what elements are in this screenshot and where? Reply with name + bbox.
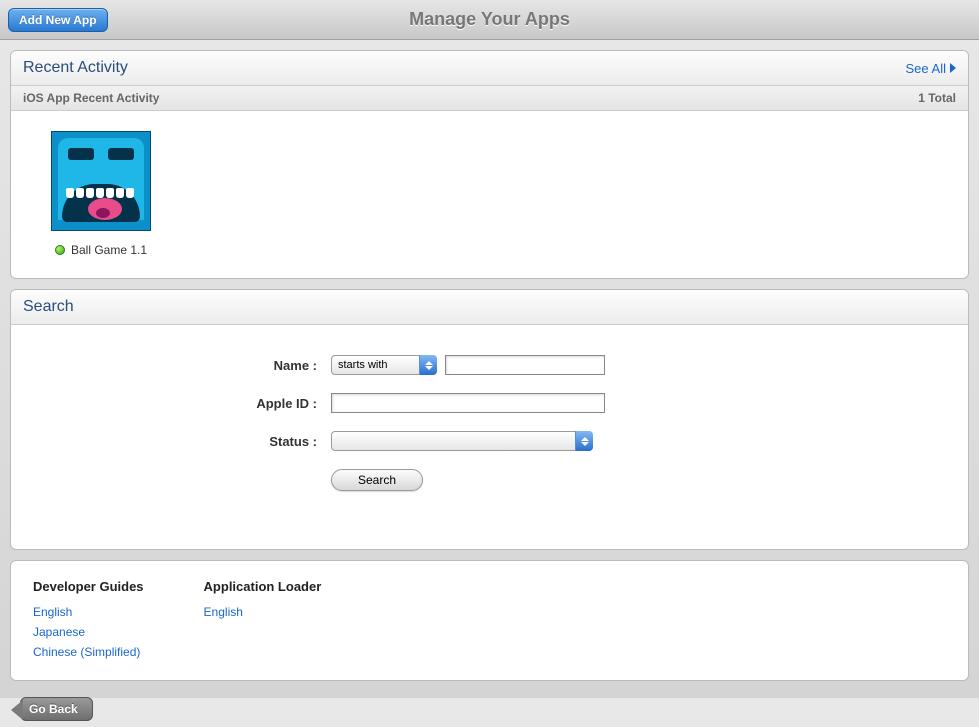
see-all-label: See All: [906, 61, 946, 76]
recent-activity-title: Recent Activity: [23, 59, 128, 77]
recent-activity-panel: Recent Activity See All iOS App Recent A…: [10, 50, 969, 279]
go-back-button[interactable]: Go Back: [20, 697, 93, 721]
name-match-select[interactable]: starts with: [331, 355, 437, 375]
recent-activity-subheader: iOS App Recent Activity 1 Total: [11, 86, 968, 111]
app-name: Ball Game 1.1: [71, 243, 147, 257]
search-button[interactable]: Search: [331, 469, 423, 491]
appleid-input[interactable]: [331, 393, 605, 413]
top-bar: Add New App Manage Your Apps: [0, 0, 979, 40]
recent-activity-header: Recent Activity See All: [11, 51, 968, 86]
application-loader-title: Application Loader: [204, 579, 322, 594]
status-label: Status :: [51, 434, 331, 449]
chevron-right-icon: [950, 63, 956, 73]
page-title: Manage Your Apps: [0, 9, 979, 30]
application-loader-column: Application Loader English: [204, 579, 322, 662]
add-new-app-button[interactable]: Add New App: [8, 8, 108, 32]
search-row-status: Status :: [51, 431, 928, 451]
developer-guides-title: Developer Guides: [33, 579, 144, 594]
search-title: Search: [23, 298, 74, 316]
search-row-appleid: Apple ID :: [51, 393, 928, 413]
status-select[interactable]: [331, 431, 593, 451]
status-dot-icon: [55, 245, 65, 255]
guides-link-japanese[interactable]: Japanese: [33, 622, 144, 642]
loader-link-english[interactable]: English: [204, 602, 322, 622]
search-body: Name : starts with Apple ID : Status :: [11, 325, 968, 549]
app-card[interactable]: Ball Game 1.1: [51, 131, 151, 257]
search-row-name: Name : starts with: [51, 355, 928, 375]
name-label: Name :: [51, 358, 331, 373]
recent-activity-total: 1 Total: [918, 91, 956, 105]
recent-activity-body: Ball Game 1.1: [11, 111, 968, 278]
recent-activity-subtitle: iOS App Recent Activity: [23, 91, 159, 105]
search-panel: Search Name : starts with Apple ID : Sta…: [10, 289, 969, 550]
guides-link-chinese[interactable]: Chinese (Simplified): [33, 642, 144, 662]
see-all-link[interactable]: See All: [906, 61, 956, 76]
footer-panel: Developer Guides English Japanese Chines…: [10, 560, 969, 681]
search-row-button: Search: [51, 469, 928, 491]
app-label: Ball Game 1.1: [51, 243, 151, 257]
app-icon: [51, 131, 151, 231]
name-input[interactable]: [445, 355, 605, 375]
name-match-select-wrap: starts with: [331, 355, 437, 375]
status-select-wrap: [331, 431, 593, 451]
appleid-label: Apple ID :: [51, 396, 331, 411]
guides-link-english[interactable]: English: [33, 602, 144, 622]
search-header: Search: [11, 290, 968, 325]
developer-guides-column: Developer Guides English Japanese Chines…: [33, 579, 144, 662]
